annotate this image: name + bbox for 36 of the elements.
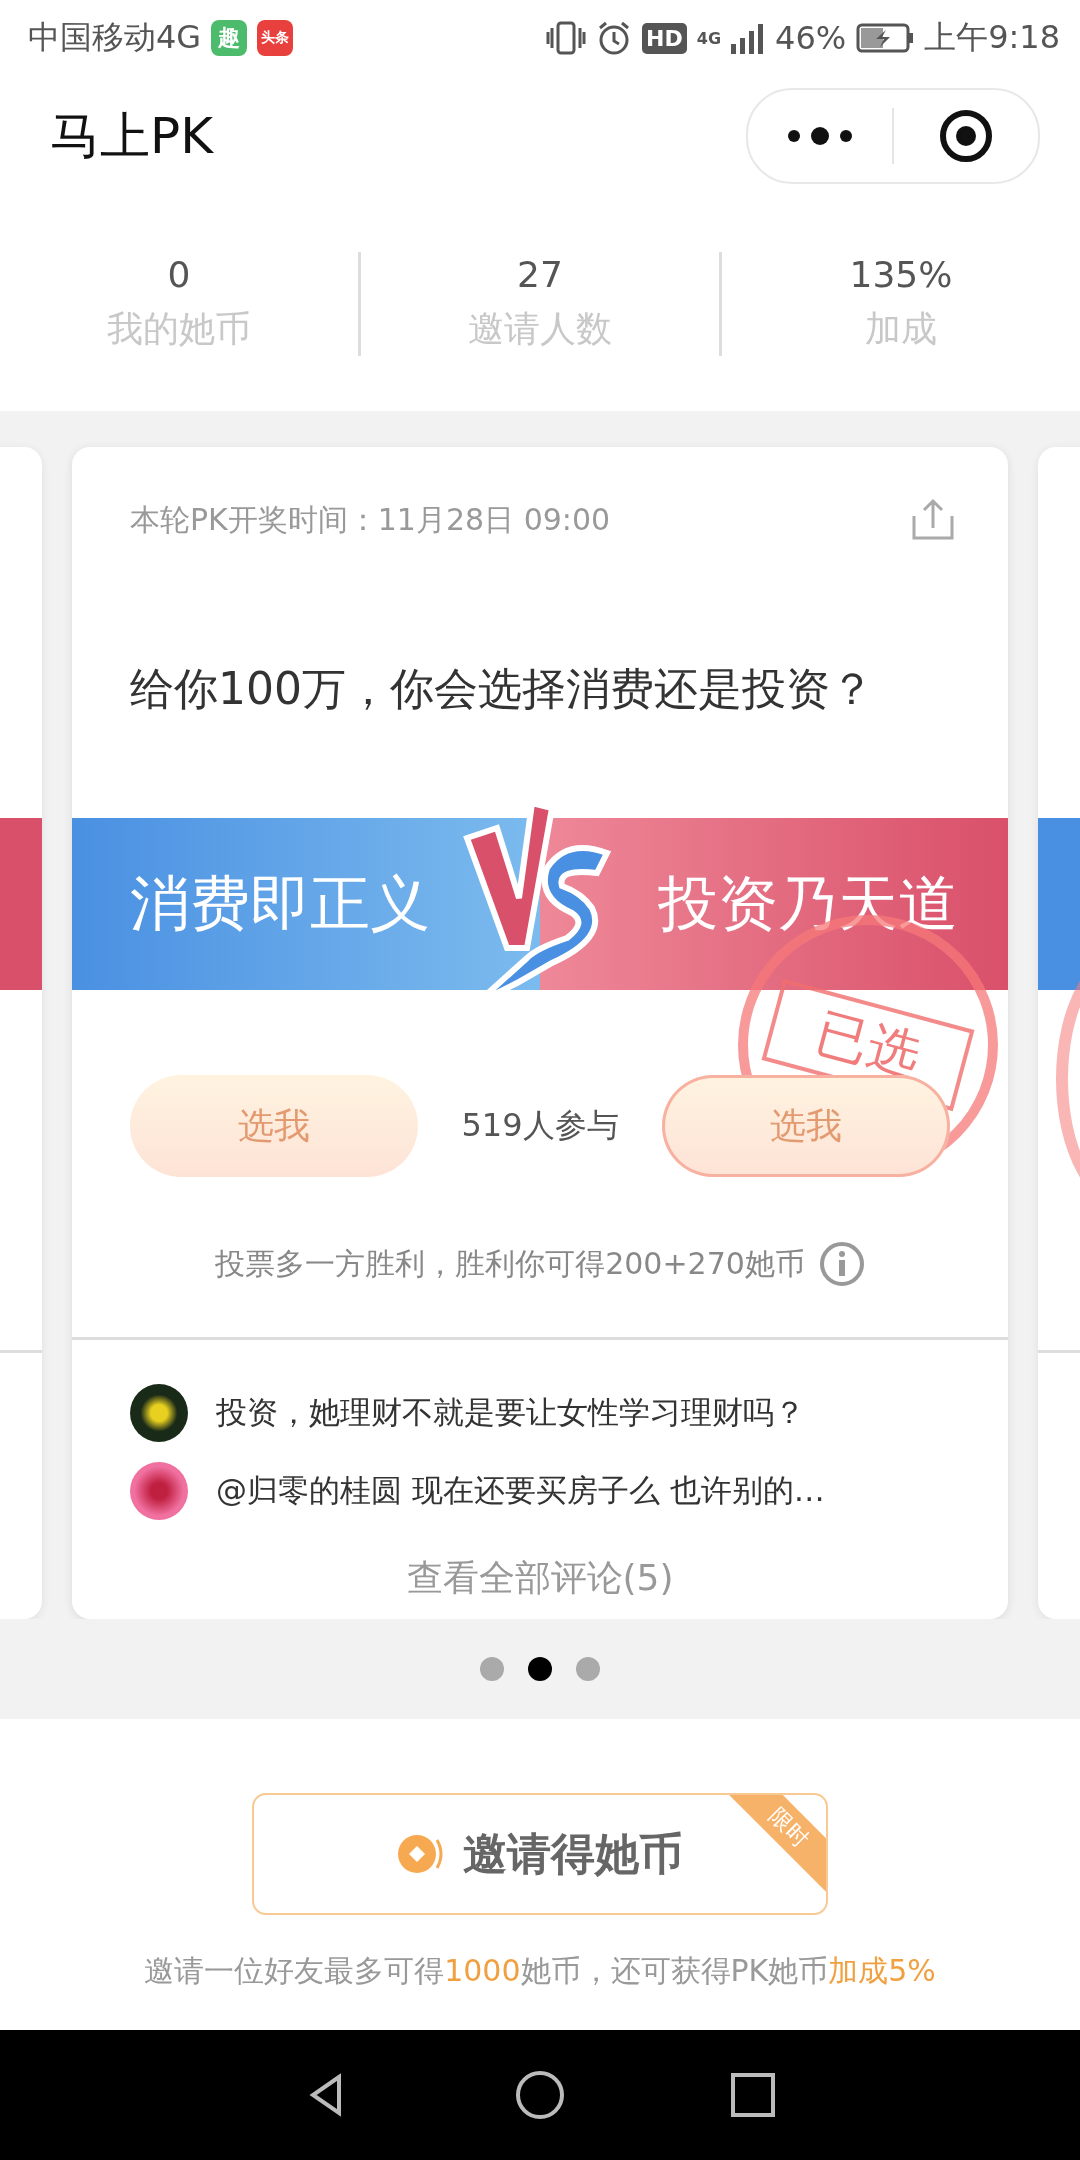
stat-value: 135% [849, 253, 953, 295]
page-title: 马上PK [50, 105, 215, 167]
participants-text: 519人参与 [461, 1105, 619, 1146]
question-text: 给你100万，你会选择消费还是投资？ [129, 662, 875, 715]
carousel-dot[interactable] [576, 1657, 600, 1681]
stat-value: 0 [167, 253, 191, 295]
invite-button[interactable]: 邀请得她币 限时 [252, 1793, 828, 1915]
avatar-icon [130, 1462, 188, 1520]
stat-value: 27 [517, 253, 563, 295]
avatar-icon [130, 1384, 188, 1442]
app-notification-icon: 趣 [211, 20, 248, 56]
vote-button[interactable]: 选我 [662, 1075, 950, 1177]
option-title: 投资乃天道 [658, 866, 958, 940]
network-type-text: 4G [696, 28, 721, 48]
carousel-dot[interactable] [480, 1657, 504, 1681]
target-icon [939, 109, 993, 163]
vote-button[interactable]: 选我 [130, 1075, 418, 1177]
clock-text: 上午9:18 [924, 17, 1060, 58]
carrier-text: 中国移动4G [28, 17, 202, 58]
vibrate-icon [546, 20, 587, 56]
coin-icon [397, 1832, 445, 1876]
home-icon[interactable] [514, 2069, 566, 2121]
app-notification-icon: 头条 [257, 20, 294, 56]
comment-text: @归零的桂圆 现在还要买房子么 也许别的… [216, 1471, 825, 1510]
reward-rule-text: 投票多一方胜利，胜利你可得200+270她币 [215, 1244, 805, 1283]
draw-time-text: 本轮PK开奖时间：11月28日 09:00 [130, 500, 611, 539]
comment-text: 投资，她理财不就是要让女性学习理财吗？ [216, 1393, 805, 1432]
carousel-dot[interactable] [528, 1657, 552, 1681]
info-icon[interactable] [818, 1241, 865, 1287]
invite-caption: 邀请一位好友最多可得1000她币，还可获得PK她币加成5% [144, 1952, 936, 1990]
hd-badge: HD [642, 22, 687, 54]
battery-percent-text: 46% [775, 19, 847, 57]
view-all-comments-link[interactable]: 查看全部评论(5) [406, 1554, 674, 1603]
battery-charging-icon [856, 22, 915, 54]
signal-icon [731, 22, 765, 54]
option-title: 消费即正义 [130, 866, 430, 940]
